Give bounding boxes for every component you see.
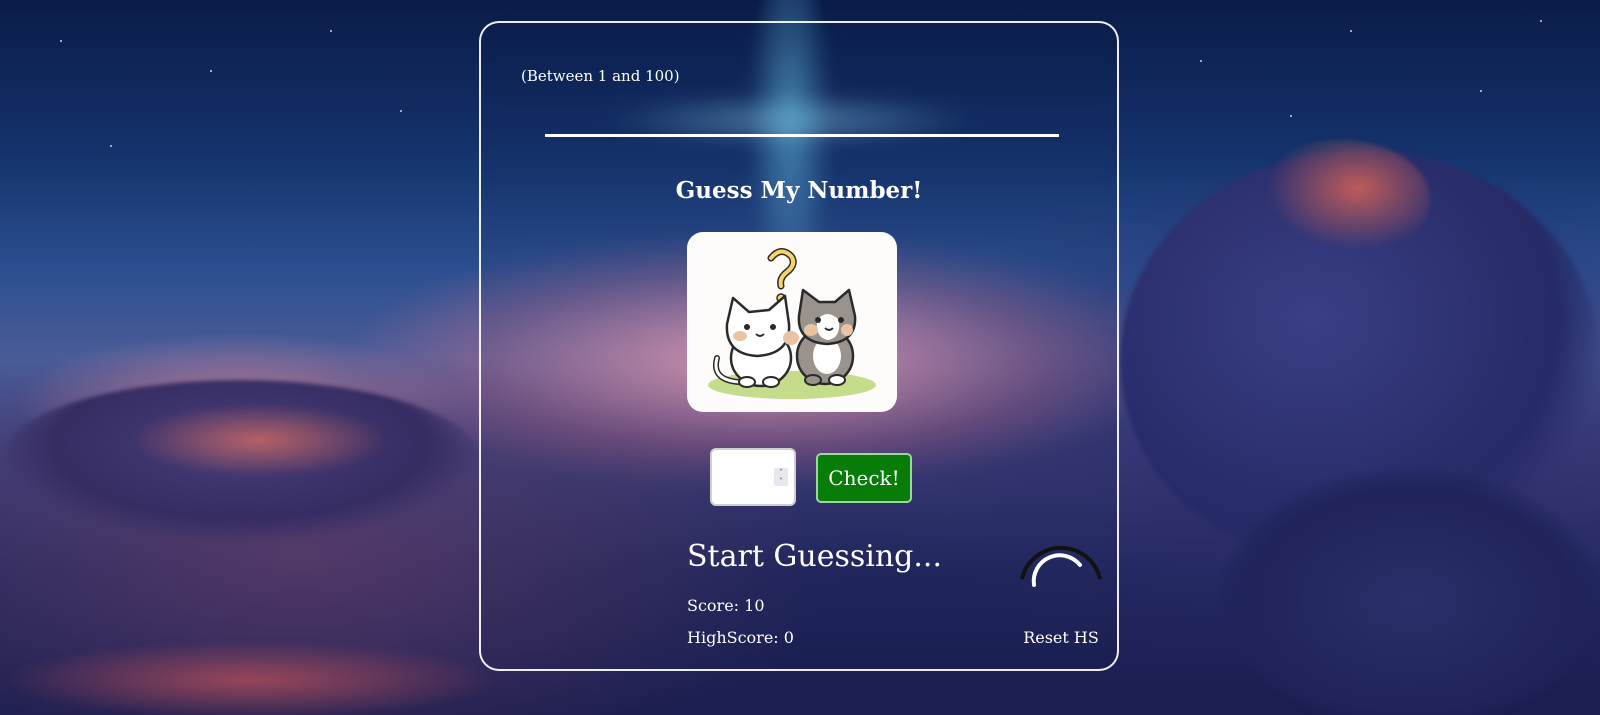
reset-highscore-control[interactable]: Reset HS (1016, 529, 1106, 649)
two-cats-question-icon (687, 232, 897, 412)
status-message: Start Guessing... (687, 539, 942, 574)
cloud-bottom-right (1220, 470, 1600, 715)
star (110, 145, 112, 147)
game-card: (Between 1 and 100) Guess My Number! ˄ ˅… (479, 21, 1119, 671)
star (1350, 30, 1352, 32)
number-stepper-icon[interactable]: ˄ ˅ (774, 468, 788, 486)
star (60, 40, 62, 42)
cloud-glow-right (1250, 140, 1430, 260)
score-label: Score: 10 (687, 596, 765, 615)
reset-highscore-button[interactable]: Reset HS (1016, 628, 1106, 647)
check-button[interactable]: Check! (816, 453, 912, 503)
star (1540, 20, 1542, 22)
divider-line (545, 134, 1059, 137)
refresh-icon[interactable] (1016, 529, 1106, 619)
star (400, 110, 402, 112)
star (1290, 115, 1292, 117)
star (210, 70, 212, 72)
cloud-glow-bottom (0, 640, 500, 715)
cloud-glow-left (120, 400, 400, 480)
game-title: Guess My Number! (675, 177, 923, 204)
highscore-label: HighScore: 0 (687, 628, 794, 647)
star (1480, 90, 1482, 92)
star (1200, 60, 1202, 62)
star (330, 30, 332, 32)
range-hint: (Between 1 and 100) (521, 67, 680, 85)
